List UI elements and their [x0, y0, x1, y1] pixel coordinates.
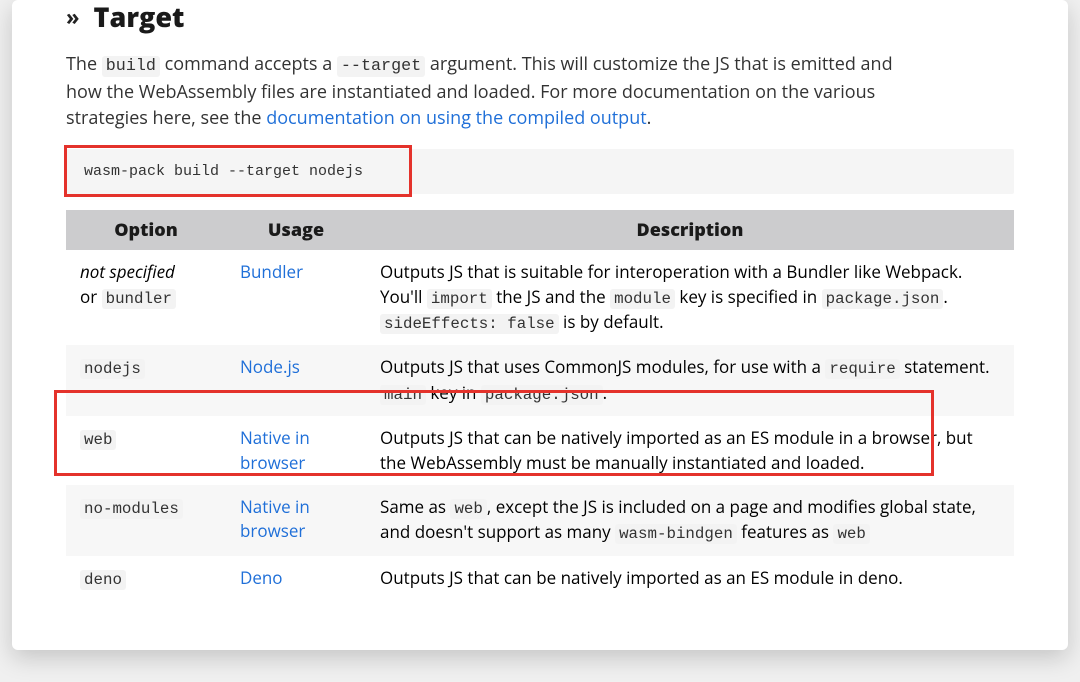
code-block: wasm-pack build --target nodejs	[66, 149, 1014, 194]
cell-usage: Native in browser	[226, 416, 366, 484]
cell-usage: Node.js	[226, 345, 366, 416]
th-description: Description	[366, 210, 1014, 250]
table-row: web Native in browser Outputs JS that ca…	[66, 416, 1014, 484]
option-code: nodejs	[80, 359, 145, 379]
usage-link-nodejs[interactable]: Node.js	[240, 355, 300, 378]
heading-marker-icon: »	[66, 2, 80, 32]
table-header-row: Option Usage Description	[66, 210, 1014, 250]
intro-text: command accepts a	[160, 52, 337, 76]
doc-card: » Target The build command accepts a --t…	[12, 0, 1068, 650]
cell-usage: Native in browser	[226, 485, 366, 556]
section-heading: » Target	[66, 0, 1014, 35]
option-or: or	[80, 285, 102, 308]
not-specified: not specified	[80, 260, 175, 283]
th-option: Option	[66, 210, 226, 250]
target-table: Option Usage Description not specified o…	[66, 210, 1014, 601]
cell-description: Same as web, except the JS is included o…	[366, 485, 1014, 556]
option-code: no-modules	[80, 499, 183, 519]
option-code: bundler	[102, 289, 176, 309]
cell-option: nodejs	[66, 345, 226, 416]
intro-text: .	[647, 106, 652, 130]
cell-description: Outputs JS that can be natively imported…	[366, 556, 1014, 601]
code-build: build	[102, 56, 160, 77]
intro-paragraph: The build command accepts a --target arg…	[66, 51, 916, 131]
cell-option: no-modules	[66, 485, 226, 556]
table-row: not specified or bundler Bundler Outputs…	[66, 250, 1014, 345]
cell-description: Outputs JS that uses CommonJS modules, f…	[366, 345, 1014, 416]
usage-link-bundler[interactable]: Bundler	[240, 260, 303, 283]
cell-option: web	[66, 416, 226, 484]
usage-link-native-browser[interactable]: Native in browser	[240, 426, 310, 473]
doc-content: » Target The build command accepts a --t…	[12, 0, 1068, 601]
cell-usage: Deno	[226, 556, 366, 601]
cell-usage: Bundler	[226, 250, 366, 345]
docs-link[interactable]: documentation on using the compiled outp…	[266, 106, 646, 130]
cell-option: deno	[66, 556, 226, 601]
cell-description: Outputs JS that is suitable for interope…	[366, 250, 1014, 345]
usage-link-native-browser[interactable]: Native in browser	[240, 495, 310, 542]
code-target-flag: --target	[337, 56, 425, 77]
table-wrap: Option Usage Description not specified o…	[66, 210, 1014, 601]
th-usage: Usage	[226, 210, 366, 250]
table-row: no-modules Native in browser Same as web…	[66, 485, 1014, 556]
table-row: nodejs Node.js Outputs JS that uses Comm…	[66, 345, 1014, 416]
option-code: deno	[80, 570, 126, 590]
cell-description: Outputs JS that can be natively imported…	[366, 416, 1014, 484]
intro-text: The	[66, 52, 102, 76]
table-row: deno Deno Outputs JS that can be nativel…	[66, 556, 1014, 601]
heading-text: Target	[94, 0, 185, 35]
option-code: web	[80, 430, 116, 450]
usage-link-deno[interactable]: Deno	[240, 566, 283, 589]
cell-option: not specified or bundler	[66, 250, 226, 345]
code-block-wrap: wasm-pack build --target nodejs	[66, 149, 1014, 194]
